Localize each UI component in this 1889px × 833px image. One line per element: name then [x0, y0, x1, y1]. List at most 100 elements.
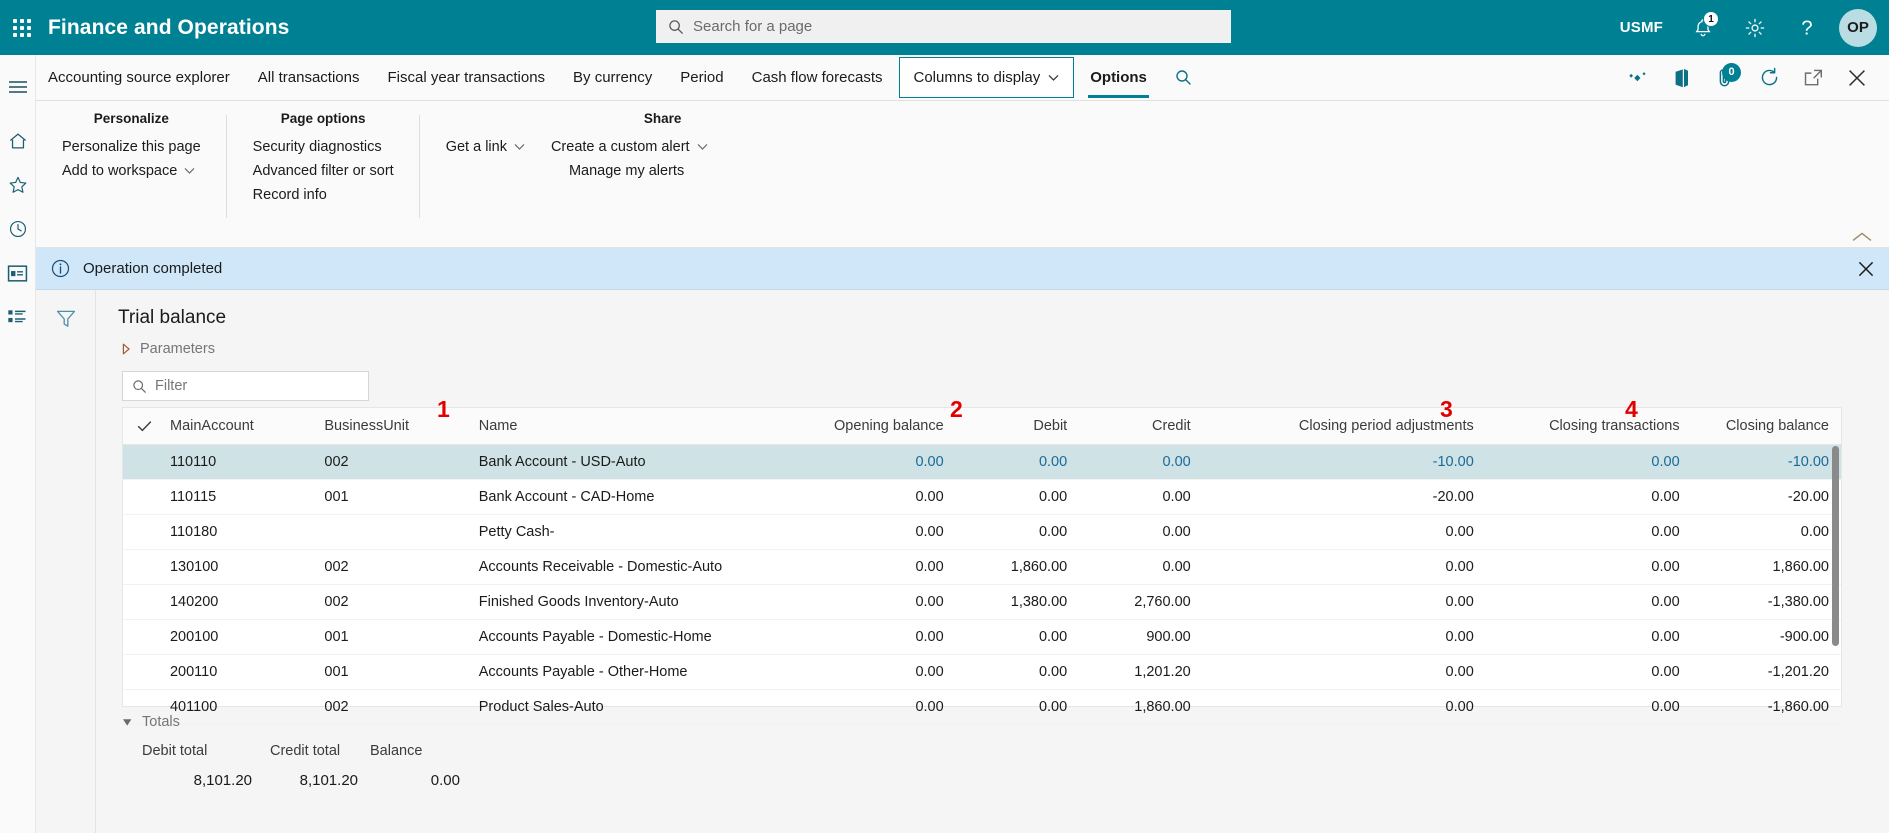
clock-icon[interactable] [0, 207, 36, 251]
cell-closing-period-adjustments[interactable]: 0.00 [1203, 689, 1486, 724]
funnel-filter-icon[interactable] [55, 308, 77, 833]
cell-business-unit[interactable]: 002 [312, 584, 466, 619]
tab-cash-flow-forecasts[interactable]: Cash flow forecasts [738, 55, 897, 100]
cell-name[interactable]: Petty Cash- [467, 514, 776, 549]
attachment-icon[interactable]: 0 [1703, 56, 1747, 100]
bell-icon[interactable]: 1 [1677, 0, 1729, 55]
tab-fiscal-year-transactions[interactable]: Fiscal year transactions [373, 55, 559, 100]
column-header-mainaccount[interactable]: MainAccount [158, 408, 312, 444]
row-select-cell[interactable] [123, 514, 158, 549]
create-a-custom-alert-button[interactable]: Create a custom alert [551, 139, 708, 155]
record-info-button[interactable]: Record info [253, 187, 394, 203]
table-row[interactable]: 200110001Accounts Payable - Other-Home0.… [123, 654, 1841, 689]
cell-credit[interactable]: 2,760.00 [1079, 584, 1203, 619]
cell-name[interactable]: Accounts Receivable - Domestic-Auto [467, 549, 776, 584]
cell-closing-period-adjustments[interactable]: 0.00 [1203, 584, 1486, 619]
cell-main-account[interactable]: 140200 [158, 584, 312, 619]
get-a-link-button[interactable]: Get a link [446, 139, 525, 155]
workspace-icon[interactable] [0, 251, 36, 295]
cell-main-account[interactable]: 110110 [158, 444, 312, 479]
cell-opening-balance[interactable]: 0.00 [776, 549, 956, 584]
security-diagnostics-button[interactable]: Security diagnostics [253, 139, 394, 155]
home-icon[interactable] [0, 119, 36, 163]
cell-credit[interactable]: 0.00 [1079, 479, 1203, 514]
tab-columns-to-display[interactable]: Columns to display [899, 57, 1075, 98]
table-row[interactable]: 110180Petty Cash-0.000.000.000.000.000.0… [123, 514, 1841, 549]
cell-business-unit[interactable]: 001 [312, 619, 466, 654]
cell-closing-period-adjustments[interactable]: -20.00 [1203, 479, 1486, 514]
tab-options[interactable]: Options [1076, 55, 1161, 100]
cell-opening-balance[interactable]: 0.00 [776, 584, 956, 619]
cell-closing-balance[interactable]: 1,860.00 [1692, 549, 1841, 584]
global-search-box[interactable]: Search for a page [656, 10, 1231, 43]
tab-by-currency[interactable]: By currency [559, 55, 666, 100]
open-in-new-window-icon[interactable] [1791, 56, 1835, 100]
cell-debit[interactable]: 0.00 [956, 619, 1080, 654]
column-header-debit[interactable]: Debit [956, 408, 1080, 444]
cell-main-account[interactable]: 200110 [158, 654, 312, 689]
cell-closing-balance[interactable]: -10.00 [1692, 444, 1841, 479]
parameters-section-toggle[interactable]: Parameters [96, 329, 1889, 357]
action-search-icon[interactable] [1161, 55, 1207, 100]
sparkle-diamond-icon[interactable] [1615, 56, 1659, 100]
office-app-icon[interactable] [1659, 56, 1703, 100]
manage-my-alerts-button[interactable]: Manage my alerts [551, 163, 708, 179]
modules-list-icon[interactable] [0, 295, 36, 339]
cell-business-unit[interactable]: 001 [312, 654, 466, 689]
row-select-cell[interactable] [123, 619, 158, 654]
cell-main-account[interactable]: 130100 [158, 549, 312, 584]
select-all-checkmark-icon[interactable] [123, 408, 158, 444]
star-icon[interactable] [0, 163, 36, 207]
cell-credit[interactable]: 0.00 [1079, 549, 1203, 584]
cell-closing-transactions[interactable]: 0.00 [1486, 619, 1692, 654]
tab-period[interactable]: Period [666, 55, 737, 100]
tab-accounting-source-explorer[interactable]: Accounting source explorer [36, 55, 244, 100]
cell-opening-balance[interactable]: 0.00 [776, 619, 956, 654]
gear-icon[interactable] [1729, 0, 1781, 55]
cell-closing-balance[interactable]: -1,201.20 [1692, 654, 1841, 689]
cell-closing-transactions[interactable]: 0.00 [1486, 514, 1692, 549]
app-launcher-icon[interactable] [0, 0, 44, 55]
hamburger-menu-icon[interactable] [0, 65, 36, 109]
column-header-closing-transactions[interactable]: Closing transactions [1486, 408, 1692, 444]
column-header-name[interactable]: Name [467, 408, 776, 444]
company-selector[interactable]: USMF [1606, 19, 1677, 36]
grid-vertical-scrollbar[interactable] [1832, 446, 1839, 678]
cell-debit[interactable]: 1,860.00 [956, 549, 1080, 584]
cell-credit[interactable]: 0.00 [1079, 514, 1203, 549]
cell-closing-period-adjustments[interactable]: -10.00 [1203, 444, 1486, 479]
cell-closing-period-adjustments[interactable]: 0.00 [1203, 514, 1486, 549]
cell-closing-balance[interactable]: -1,380.00 [1692, 584, 1841, 619]
add-to-workspace-button[interactable]: Add to workspace [62, 163, 201, 179]
row-select-cell[interactable] [123, 654, 158, 689]
close-icon[interactable] [1857, 260, 1875, 278]
cell-opening-balance[interactable]: 0.00 [776, 479, 956, 514]
cell-closing-balance[interactable]: 0.00 [1692, 514, 1841, 549]
cell-debit[interactable]: 0.00 [956, 654, 1080, 689]
row-select-cell[interactable] [123, 549, 158, 584]
column-header-credit[interactable]: Credit [1079, 408, 1203, 444]
cell-closing-transactions[interactable]: 0.00 [1486, 549, 1692, 584]
row-select-cell[interactable] [123, 479, 158, 514]
totals-section-toggle[interactable]: Totals [122, 714, 1022, 730]
row-select-cell[interactable] [123, 444, 158, 479]
cell-debit[interactable]: 1,380.00 [956, 584, 1080, 619]
grid-filter-input[interactable]: Filter [122, 371, 369, 401]
refresh-icon[interactable] [1747, 56, 1791, 100]
cell-main-account[interactable]: 200100 [158, 619, 312, 654]
cell-name[interactable]: Accounts Payable - Other-Home [467, 654, 776, 689]
personalize-this-page-button[interactable]: Personalize this page [62, 139, 201, 155]
cell-closing-transactions[interactable]: 0.00 [1486, 654, 1692, 689]
table-row[interactable]: 130100002Accounts Receivable - Domestic-… [123, 549, 1841, 584]
cell-opening-balance[interactable]: 0.00 [776, 444, 956, 479]
cell-business-unit[interactable]: 001 [312, 479, 466, 514]
cell-business-unit[interactable]: 002 [312, 444, 466, 479]
cell-opening-balance[interactable]: 0.00 [776, 654, 956, 689]
advanced-filter-or-sort-button[interactable]: Advanced filter or sort [253, 163, 394, 179]
tab-all-transactions[interactable]: All transactions [244, 55, 374, 100]
cell-closing-transactions[interactable]: 0.00 [1486, 479, 1692, 514]
cell-credit[interactable]: 900.00 [1079, 619, 1203, 654]
cell-closing-balance[interactable]: -1,860.00 [1692, 689, 1841, 724]
question-mark-icon[interactable]: ? [1781, 0, 1833, 55]
cell-credit[interactable]: 1,860.00 [1079, 689, 1203, 724]
